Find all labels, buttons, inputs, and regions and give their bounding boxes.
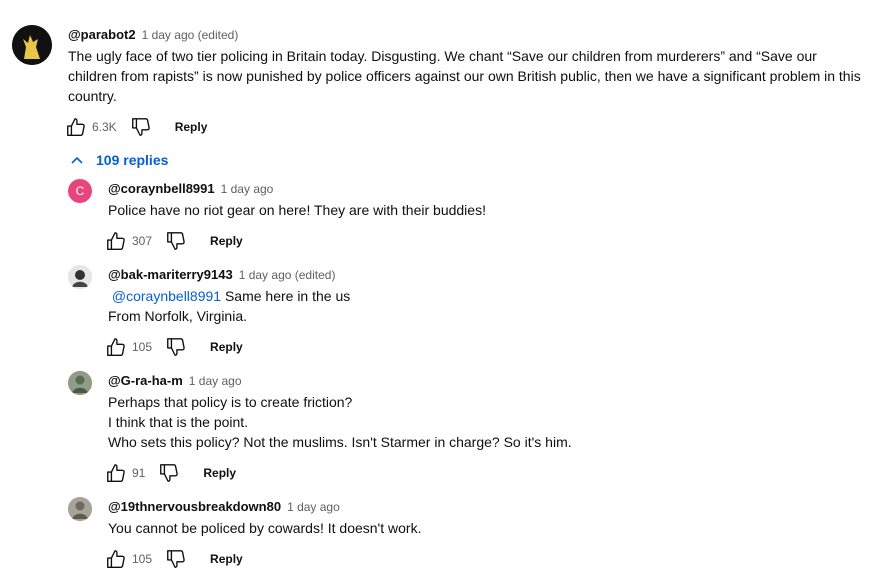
reply-text: You cannot be policed by cowards! It doe… [108, 518, 421, 538]
like-count: 6.3K [92, 120, 117, 134]
timestamp[interactable]: 1 day ago [287, 500, 340, 514]
reply-line: I think that is the point. [108, 414, 249, 430]
reply-actions: 105 Reply [104, 547, 243, 571]
comment-line: children from rapists” is now punished b… [68, 68, 861, 84]
author-handle[interactable]: @G-ra-ha-m [108, 373, 183, 388]
reply-line: You cannot be policed by cowards! It doe… [108, 520, 422, 536]
comment-header: @parabot2 1 day ago (edited) [68, 26, 238, 44]
author-handle[interactable]: @bak-mariterry9143 [108, 267, 233, 282]
reply-line-rest: Same here in the us [221, 288, 351, 304]
timestamp[interactable]: 1 day ago (edited) [142, 28, 239, 42]
thumbs-down-icon[interactable] [164, 547, 188, 571]
avatar[interactable] [68, 265, 92, 289]
chevron-up-icon [70, 153, 84, 167]
avatar[interactable] [68, 371, 92, 395]
reply-line: Perhaps that policy is to create frictio… [108, 394, 353, 410]
reply-actions: 105 Reply [104, 335, 243, 359]
avatar[interactable]: C [68, 179, 92, 203]
like-count: 91 [132, 466, 146, 480]
author-handle[interactable]: @parabot2 [68, 27, 136, 42]
reply-text: Perhaps that policy is to create frictio… [108, 392, 572, 452]
like-count: 105 [132, 552, 153, 566]
timestamp[interactable]: 1 day ago [189, 374, 242, 388]
comment-line: country. [68, 88, 117, 104]
comment-line: The ugly face of two tier policing in Br… [68, 48, 817, 64]
thumbs-up-icon[interactable] [104, 335, 128, 359]
reply-header: @coraynbell8991 1 day ago [108, 180, 273, 198]
reply-line: Police have no riot gear on here! They a… [108, 202, 486, 218]
author-handle[interactable]: @19thnervousbreakdown80 [108, 499, 281, 514]
mention-link[interactable]: @coraynbell8991 [112, 288, 221, 304]
reply-button[interactable]: Reply [210, 552, 243, 566]
reply-actions: 307 Reply [104, 229, 243, 253]
thumbs-down-icon[interactable] [164, 229, 188, 253]
replies-toggle-button[interactable]: 109 replies [70, 150, 168, 170]
author-handle[interactable]: @coraynbell8991 [108, 181, 215, 196]
thumbs-up-icon[interactable] [104, 547, 128, 571]
like-count: 307 [132, 234, 153, 248]
avatar[interactable] [68, 497, 92, 521]
timestamp[interactable]: 1 day ago [221, 182, 274, 196]
like-count: 105 [132, 340, 153, 354]
reply-button[interactable]: Reply [203, 466, 236, 480]
thumbs-up-icon[interactable] [64, 115, 88, 139]
thumbs-up-icon[interactable] [104, 461, 128, 485]
thumbs-down-icon[interactable] [164, 335, 188, 359]
reply-header: @19thnervousbreakdown80 1 day ago [108, 498, 340, 516]
reply-button[interactable]: Reply [210, 234, 243, 248]
thumbs-down-icon[interactable] [157, 461, 181, 485]
thumbs-up-icon[interactable] [104, 229, 128, 253]
avatar-letter: C [75, 184, 85, 198]
reply-button[interactable]: Reply [175, 120, 208, 134]
reply-button[interactable]: Reply [210, 340, 243, 354]
reply-line: Who sets this policy? Not the muslims. I… [108, 434, 572, 450]
replies-count-label: 109 replies [96, 152, 169, 168]
comment-text: The ugly face of two tier policing in Br… [68, 46, 868, 106]
reply-text: @coraynbell8991 Same here in the us From… [108, 286, 350, 326]
reply-text: Police have no riot gear on here! They a… [108, 200, 486, 220]
comment-actions: 6.3K Reply [64, 115, 207, 139]
thumbs-down-icon[interactable] [129, 115, 153, 139]
reply-line: @coraynbell8991 Same here in the us [108, 286, 350, 306]
timestamp[interactable]: 1 day ago (edited) [239, 268, 336, 282]
reply-actions: 91 Reply [104, 461, 236, 485]
reply-line: From Norfolk, Virginia. [108, 308, 248, 324]
reply-header: @G-ra-ha-m 1 day ago [108, 372, 242, 390]
avatar[interactable] [12, 25, 52, 65]
reply-header: @bak-mariterry9143 1 day ago (edited) [108, 266, 335, 284]
